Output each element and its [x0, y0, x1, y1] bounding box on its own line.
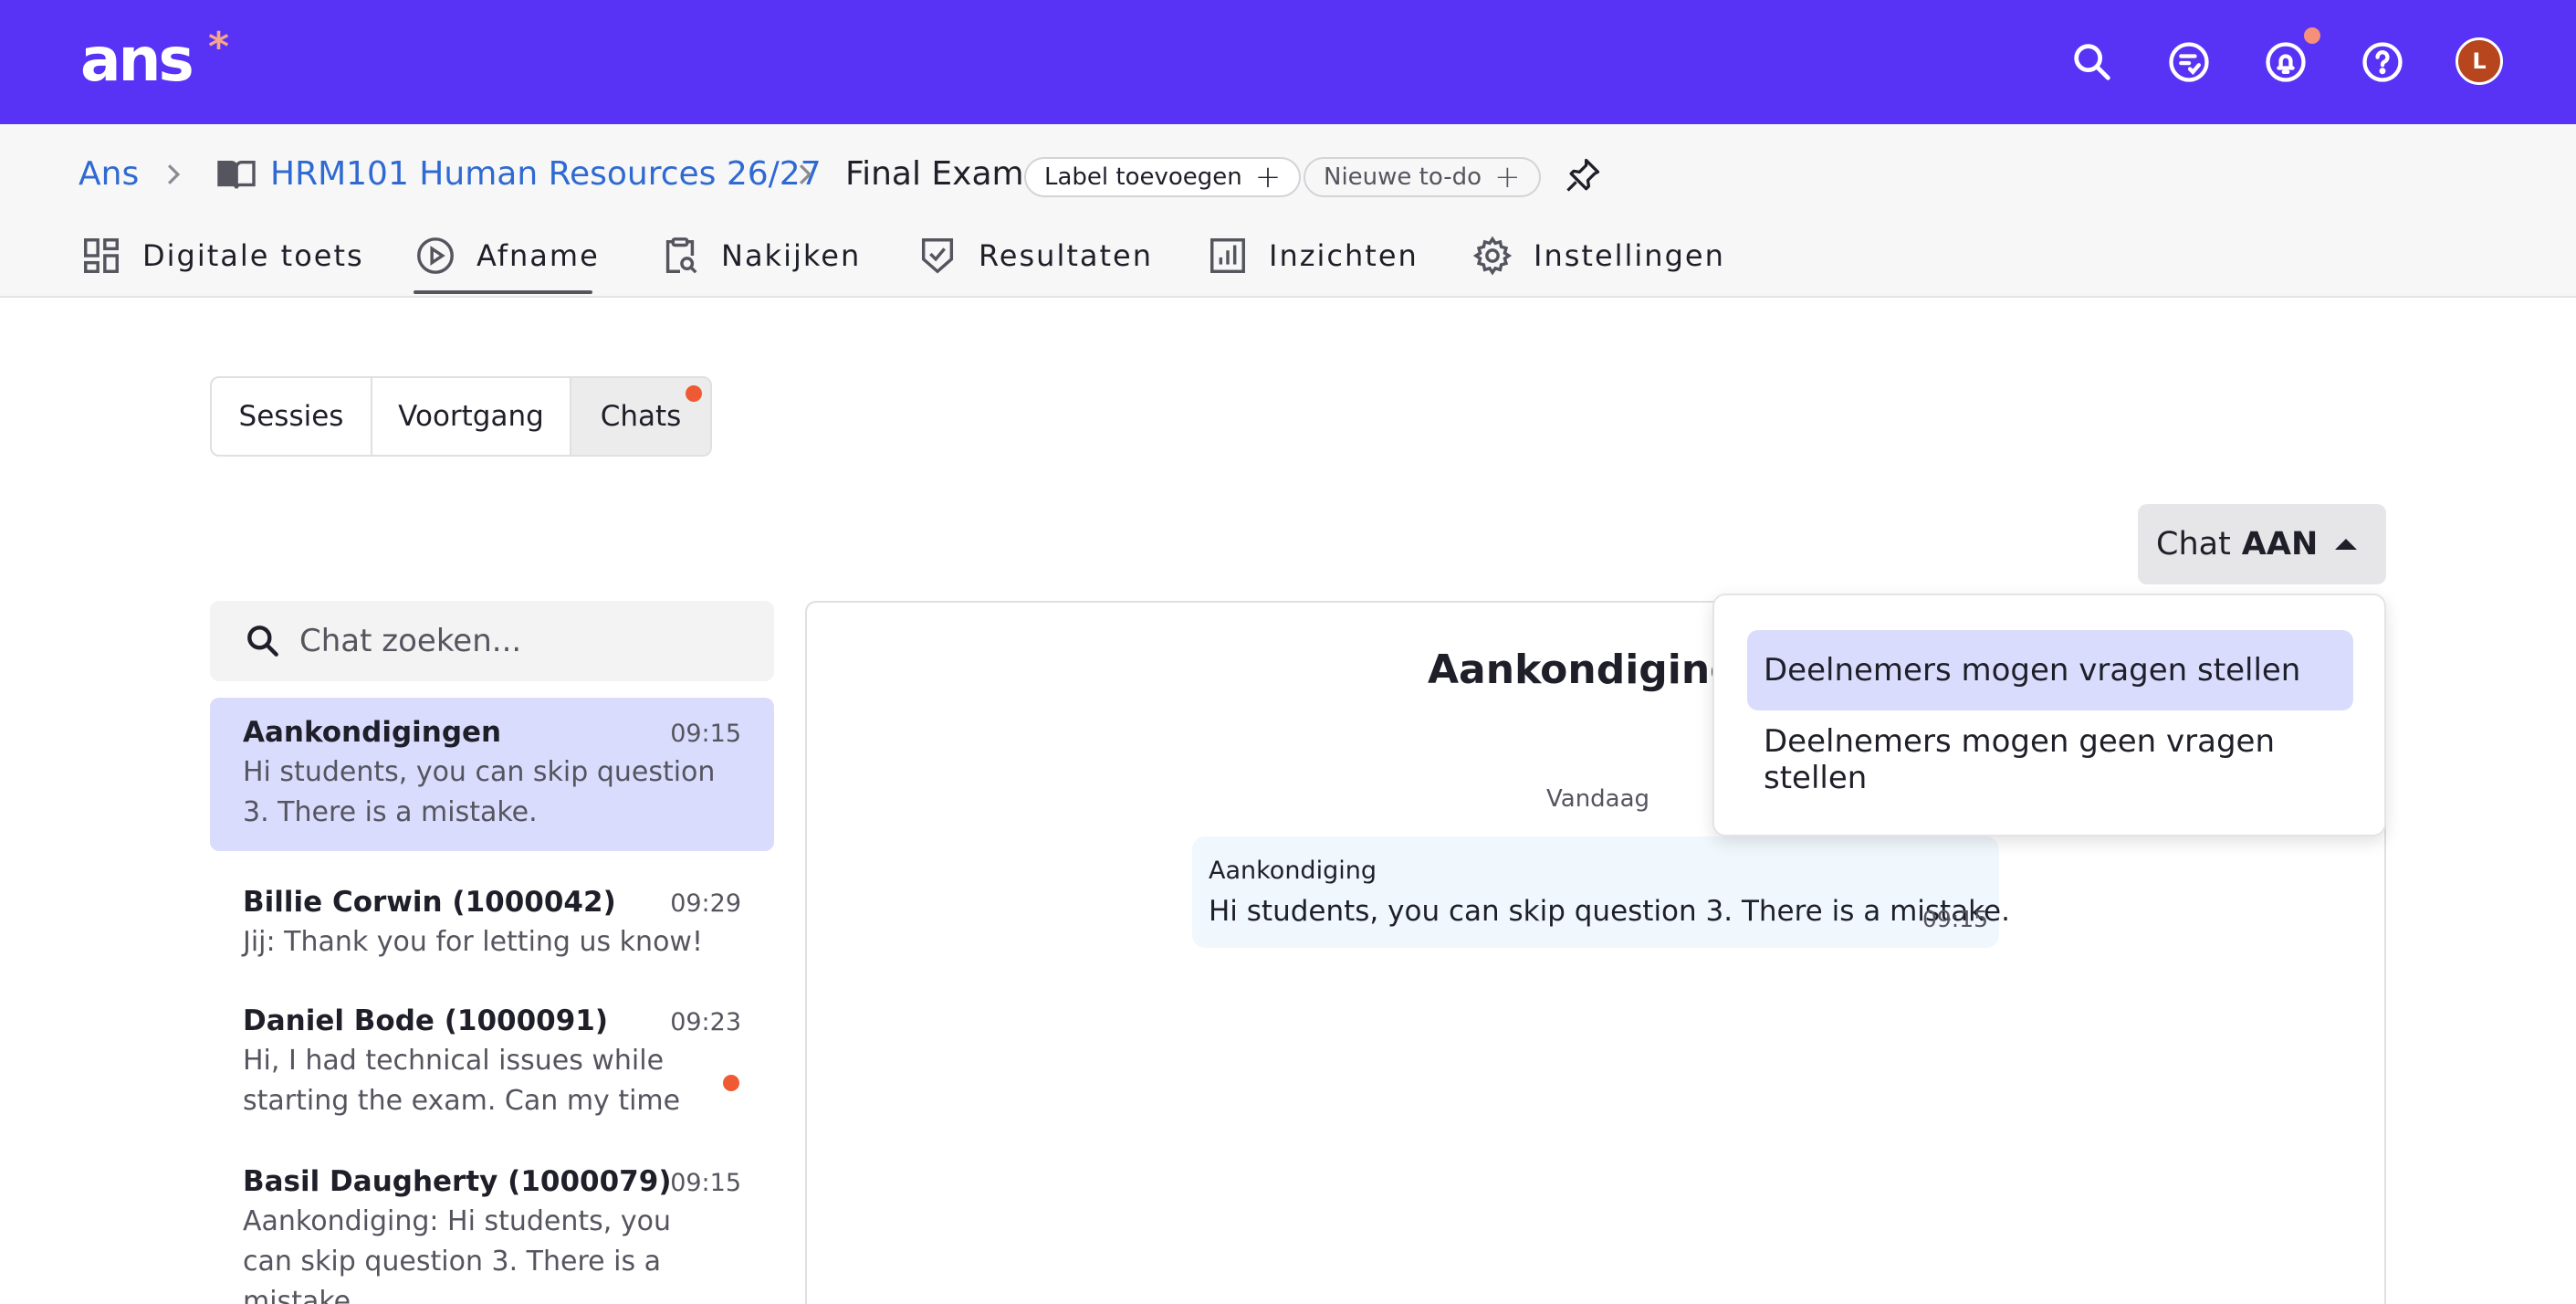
- chat-time: 09:15: [670, 720, 741, 748]
- chat-panel-title: Aankondiging: [1428, 647, 1739, 693]
- pin-icon[interactable]: [1563, 155, 1603, 195]
- notification-dot: [2304, 27, 2320, 44]
- segment-voortgang[interactable]: Voortgang: [372, 378, 571, 455]
- plus-icon: +: [1494, 159, 1521, 195]
- chat-list-item[interactable]: Billie Corwin (1000042) 09:29 Jij: Thank…: [210, 868, 774, 977]
- tab-label: Nakijken: [721, 238, 862, 273]
- search-icon[interactable]: [2063, 33, 2121, 91]
- chat-name: Billie Corwin (1000042): [243, 886, 616, 919]
- chevron-right-icon: [164, 163, 183, 186]
- chat-time: 09:23: [670, 1008, 741, 1036]
- chat-time: 09:15: [670, 1169, 741, 1197]
- option-allow-questions[interactable]: Deelnemers mogen vragen stellen: [1747, 630, 2353, 710]
- new-todo-button[interactable]: Nieuwe to-do +: [1304, 157, 1541, 197]
- chat-name: Daniel Bode (1000091): [243, 1004, 609, 1037]
- add-label-text: Label toevoegen: [1044, 163, 1242, 191]
- chat-preview: Aankondiging: Hi students, you can skip …: [243, 1205, 671, 1304]
- tab-instellingen[interactable]: Instellingen: [1471, 228, 1725, 283]
- message-text: Hi students, you can skip question 3. Th…: [1209, 895, 2010, 928]
- new-todo-text: Nieuwe to-do: [1324, 163, 1482, 191]
- add-label-button[interactable]: Label toevoegen +: [1024, 157, 1302, 197]
- tab-afname[interactable]: Afname: [414, 228, 600, 283]
- help-icon[interactable]: [2353, 33, 2412, 91]
- search-icon: [247, 626, 278, 657]
- clipboard-search-icon: [665, 237, 697, 274]
- avatar[interactable]: L: [2456, 37, 2503, 85]
- chat-name: Basil Daugherty (1000079): [243, 1165, 672, 1198]
- caret-up-icon: [2335, 539, 2357, 550]
- chat-list-item[interactable]: Basil Daugherty (1000079) 09:15 Aankondi…: [210, 1147, 774, 1304]
- message-bubble: [1192, 836, 1999, 948]
- chat-time: 09:29: [670, 889, 741, 918]
- message-time: 09:15: [1922, 906, 1989, 932]
- chat-preview: Hi, I had technical issues while startin…: [243, 1045, 681, 1117]
- todo-list-icon[interactable]: [2160, 33, 2218, 91]
- ans-logo[interactable]: ans: [80, 24, 194, 97]
- tab-label: Inzichten: [1269, 238, 1419, 273]
- unread-dot: [723, 1075, 739, 1091]
- chat-list-item[interactable]: Aankondigingen 09:15 Hi students, you ca…: [210, 698, 774, 851]
- tab-resultaten[interactable]: Resultaten: [916, 228, 1153, 283]
- chat-preview: Hi students, you can skip question 3. Th…: [243, 756, 716, 828]
- tab-label: Digitale toets: [142, 238, 364, 273]
- tab-label: Resultaten: [979, 238, 1153, 273]
- breadcrumb-current: Final Exam: [845, 155, 1024, 193]
- dashboard-icon: [84, 238, 119, 273]
- plus-icon: +: [1254, 159, 1282, 195]
- chat-list-item[interactable]: Daniel Bode (1000091) 09:23 Hi, I had te…: [210, 986, 774, 1132]
- view-switcher: Sessies Voortgang Chats: [210, 376, 712, 457]
- active-tab-indicator: [414, 290, 592, 294]
- chevron-right-icon: [796, 163, 814, 186]
- chat-name: Aankondigingen: [243, 716, 502, 749]
- chat-preview: Jij: Thank you for letting us know!: [243, 926, 703, 958]
- logo-asterisk: *: [208, 24, 230, 70]
- day-separator: Vandaag: [1546, 785, 1650, 813]
- bar-chart-icon: [1210, 238, 1245, 273]
- chats-unread-dot: [686, 385, 702, 402]
- play-circle-icon: [417, 237, 454, 274]
- segment-sessies[interactable]: Sessies: [212, 378, 372, 455]
- tab-digitale-toets[interactable]: Digitale toets: [80, 228, 364, 283]
- chat-toggle-state: AAN: [2241, 526, 2319, 563]
- breadcrumb-root[interactable]: Ans: [79, 152, 139, 197]
- tab-label: Afname: [476, 238, 600, 273]
- search-input[interactable]: [299, 623, 738, 659]
- tab-inzichten[interactable]: Inzichten: [1207, 228, 1419, 283]
- message-sender: Aankondiging: [1209, 857, 1377, 885]
- book-icon: [215, 157, 257, 192]
- tab-nakijken[interactable]: Nakijken: [659, 228, 861, 283]
- chat-toggle-prefix: Chat: [2156, 526, 2231, 563]
- shield-check-icon: [921, 238, 954, 274]
- gear-icon: [1472, 236, 1513, 276]
- chat-search: [210, 601, 774, 681]
- option-disallow-questions[interactable]: Deelnemers mogen geen vragen stellen: [1747, 720, 2353, 800]
- breadcrumb-course[interactable]: HRM101 Human Resources 26/27: [270, 152, 822, 197]
- tab-label: Instellingen: [1534, 238, 1725, 273]
